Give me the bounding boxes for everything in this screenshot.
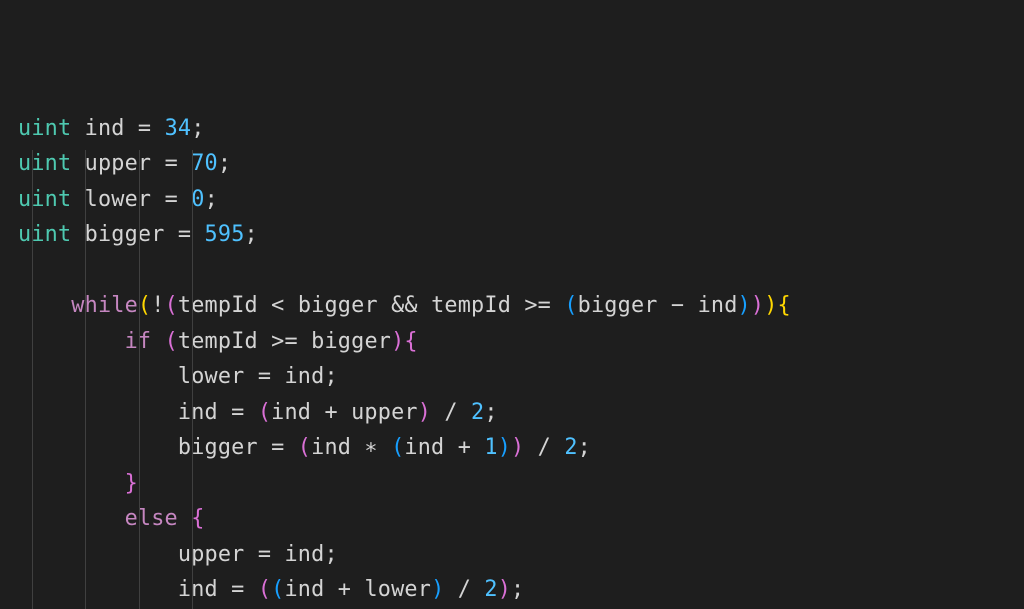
var-upper: upper — [351, 400, 418, 425]
var-upper: upper — [85, 151, 152, 176]
semi: ; — [218, 151, 231, 176]
var-ind: ind — [178, 577, 218, 602]
var-lower: lower — [364, 577, 431, 602]
num-2: 2 — [564, 435, 577, 460]
var-ind: ind — [404, 435, 444, 460]
paren-close: ) — [431, 577, 444, 602]
num-0: 0 — [191, 187, 204, 212]
num-2: 2 — [471, 400, 484, 425]
semi: ; — [205, 187, 218, 212]
type-keyword: uint — [18, 151, 71, 176]
if-keyword: if — [125, 329, 152, 354]
var-ind: ind — [284, 364, 324, 389]
var-ind: ind — [271, 400, 311, 425]
code-block: uint ind = 34; uint upper = 70; uint low… — [0, 0, 1024, 609]
semi: ; — [324, 542, 337, 567]
op-eq: = — [258, 542, 271, 567]
var-upper: upper — [178, 542, 245, 567]
op-not: ! — [151, 293, 164, 318]
op-lt: < — [271, 293, 284, 318]
var-tempId: tempId — [178, 329, 258, 354]
indent-guide — [139, 150, 140, 609]
paren-close: ) — [751, 293, 764, 318]
op-div: / — [538, 435, 551, 460]
indent-guide — [32, 150, 33, 609]
var-bigger: bigger — [311, 329, 391, 354]
paren-open: ( — [271, 577, 284, 602]
op-ge: >= — [271, 329, 298, 354]
var-bigger: bigger — [178, 435, 258, 460]
semi: ; — [245, 222, 258, 247]
indent-guide — [85, 150, 86, 609]
semi: ; — [191, 116, 204, 141]
op-eq: = — [271, 435, 284, 460]
semi: ; — [511, 577, 524, 602]
op-eq: = — [231, 400, 244, 425]
paren-close: ) — [498, 435, 511, 460]
var-ind: ind — [85, 116, 125, 141]
op-eq: = — [138, 116, 151, 141]
op-div: / — [444, 400, 457, 425]
op-and: && — [391, 293, 418, 318]
var-ind: ind — [698, 293, 738, 318]
op-ge: >= — [524, 293, 551, 318]
op-eq: = — [258, 364, 271, 389]
num-1: 1 — [484, 435, 497, 460]
indent-guide — [192, 150, 193, 609]
var-lower: lower — [85, 187, 152, 212]
paren-open: ( — [564, 293, 577, 318]
semi: ; — [578, 435, 591, 460]
var-bigger: bigger — [578, 293, 658, 318]
op-eq: = — [178, 222, 191, 247]
var-tempId: tempId — [431, 293, 511, 318]
type-keyword: uint — [18, 222, 71, 247]
paren-open: ( — [258, 400, 271, 425]
paren-close: ) — [511, 435, 524, 460]
op-plus: + — [458, 435, 471, 460]
op-div: / — [458, 577, 471, 602]
paren-open: ( — [165, 293, 178, 318]
paren-open: ( — [391, 435, 404, 460]
paren-close: ) — [498, 577, 511, 602]
paren-open: ( — [298, 435, 311, 460]
brace-open: { — [191, 506, 204, 531]
var-tempId: tempId — [178, 293, 258, 318]
op-eq: = — [165, 151, 178, 176]
var-lower: lower — [178, 364, 245, 389]
brace-open: { — [778, 293, 791, 318]
while-keyword: while — [71, 293, 138, 318]
semi: ; — [484, 400, 497, 425]
op-plus: + — [338, 577, 351, 602]
paren-open: ( — [258, 577, 271, 602]
type-keyword: uint — [18, 187, 71, 212]
op-mul: ∗ — [364, 435, 377, 460]
op-eq: = — [165, 187, 178, 212]
else-keyword: else — [125, 506, 178, 531]
var-bigger: bigger — [298, 293, 378, 318]
num-70: 70 — [191, 151, 218, 176]
op-eq: = — [231, 577, 244, 602]
paren-close: ) — [418, 400, 431, 425]
var-bigger: bigger — [85, 222, 165, 247]
paren-close: ) — [738, 293, 751, 318]
num-34: 34 — [165, 116, 192, 141]
op-plus: + — [324, 400, 337, 425]
var-ind: ind — [284, 577, 324, 602]
var-ind: ind — [284, 542, 324, 567]
num-2: 2 — [484, 577, 497, 602]
semi: ; — [324, 364, 337, 389]
op-minus: − — [671, 293, 684, 318]
brace-open: { — [404, 329, 417, 354]
var-ind: ind — [311, 435, 351, 460]
paren-close: ) — [764, 293, 777, 318]
num-595: 595 — [205, 222, 245, 247]
paren-open: ( — [165, 329, 178, 354]
var-ind: ind — [178, 400, 218, 425]
brace-close: } — [125, 471, 138, 496]
paren-close: ) — [391, 329, 404, 354]
type-keyword: uint — [18, 116, 71, 141]
